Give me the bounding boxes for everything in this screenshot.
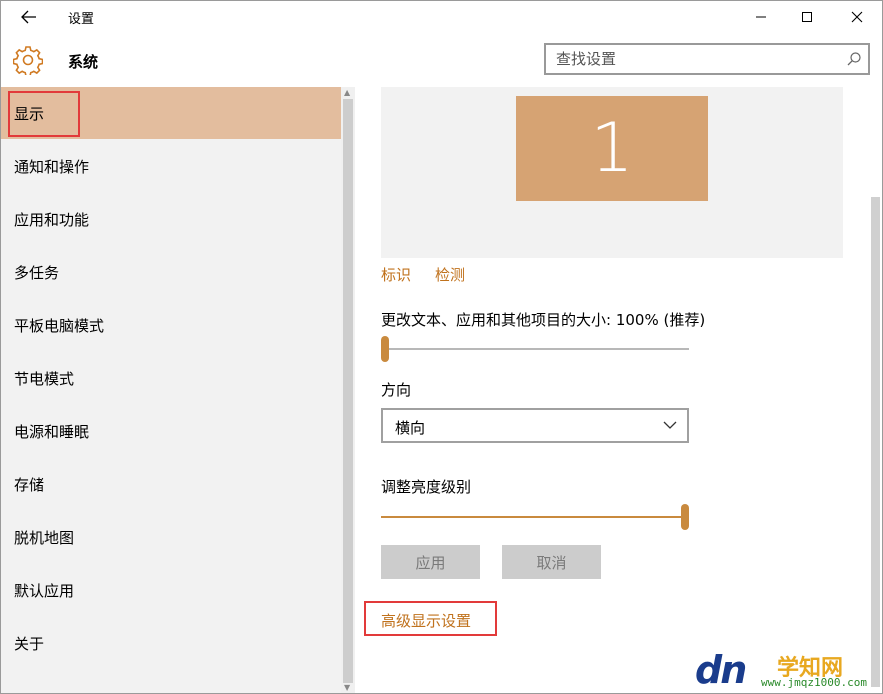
sidebar-item-default-apps[interactable]: 默认应用 xyxy=(1,564,341,616)
scroll-up-icon[interactable]: ▲ xyxy=(344,89,350,97)
settings-window: 设置 系统 显示 xyxy=(0,0,883,694)
scale-label: 更改文本、应用和其他项目的大小: 100% (推荐) xyxy=(381,311,706,329)
watermark-logo: dn 学知网 www.jmqz1000.com xyxy=(695,648,875,692)
brightness-slider[interactable] xyxy=(381,504,689,530)
sidebar-item-about[interactable]: 关于 xyxy=(1,617,341,669)
sidebar-scroll-thumb[interactable] xyxy=(343,99,353,683)
sidebar: 显示 通知和操作 应用和功能 多任务 平板电脑模式 节电模式 电源和睡眠 存储 … xyxy=(1,87,341,693)
section-title: 系统 xyxy=(68,53,99,71)
title-bar: 设置 xyxy=(1,1,882,33)
highlight-box-display xyxy=(8,91,80,137)
detect-link[interactable]: 检测 xyxy=(435,264,465,285)
monitor-arrangement: 1 xyxy=(381,87,843,258)
sidebar-item-label: 存储 xyxy=(14,475,45,494)
sidebar-item-label: 关于 xyxy=(14,634,45,653)
search-box[interactable] xyxy=(544,43,870,75)
back-button[interactable] xyxy=(11,1,47,33)
watermark-url: www.jmqz1000.com xyxy=(761,676,867,689)
sidebar-item-battery-saver[interactable]: 节电模式 xyxy=(1,352,341,404)
apply-button[interactable]: 应用 xyxy=(381,545,480,579)
watermark-dn: dn xyxy=(695,648,747,692)
sidebar-item-notifications[interactable]: 通知和操作 xyxy=(1,140,341,192)
monitor-number: 1 xyxy=(590,109,634,188)
sidebar-item-multitasking[interactable]: 多任务 xyxy=(1,246,341,298)
sidebar-item-label: 应用和功能 xyxy=(14,210,90,229)
back-arrow-icon xyxy=(21,10,36,24)
window-title: 设置 xyxy=(68,12,95,27)
orientation-value: 横向 xyxy=(395,419,426,437)
display-settings-panel: 1 标识 检测 更改文本、应用和其他项目的大小: 100% (推荐) 方向 横向… xyxy=(355,87,882,693)
identify-link[interactable]: 标识 xyxy=(381,264,411,285)
search-input[interactable] xyxy=(546,45,836,73)
monitor-tile[interactable]: 1 xyxy=(516,96,708,201)
scale-slider[interactable] xyxy=(381,336,689,362)
page-header: 系统 xyxy=(1,33,882,87)
sidebar-scrollbar[interactable]: ▲ ▼ xyxy=(341,87,355,693)
highlight-box-advanced xyxy=(364,601,497,636)
content-scroll-thumb[interactable] xyxy=(871,197,880,687)
sidebar-item-label: 电源和睡眠 xyxy=(14,422,90,441)
gear-icon xyxy=(13,46,43,75)
sidebar-item-tablet-mode[interactable]: 平板电脑模式 xyxy=(1,299,341,351)
search-icon[interactable] xyxy=(846,51,862,67)
sidebar-item-label: 脱机地图 xyxy=(14,528,75,547)
sidebar-item-label: 通知和操作 xyxy=(14,157,90,176)
brightness-label: 调整亮度级别 xyxy=(381,478,472,496)
sidebar-item-label: 平板电脑模式 xyxy=(14,316,105,335)
sidebar-item-storage[interactable]: 存储 xyxy=(1,458,341,510)
sidebar-item-power-sleep[interactable]: 电源和睡眠 xyxy=(1,405,341,457)
close-button[interactable] xyxy=(834,1,880,33)
sidebar-item-offline-maps[interactable]: 脱机地图 xyxy=(1,511,341,563)
sidebar-item-label: 节电模式 xyxy=(14,369,75,388)
close-icon xyxy=(851,11,863,23)
chevron-down-icon xyxy=(663,421,677,429)
sidebar-item-label: 默认应用 xyxy=(14,581,75,600)
slider-thumb[interactable] xyxy=(381,336,389,362)
minimize-button[interactable] xyxy=(738,1,784,33)
slider-thumb[interactable] xyxy=(681,504,689,530)
orientation-label: 方向 xyxy=(381,381,412,399)
maximize-button[interactable] xyxy=(784,1,830,33)
content-scrollbar[interactable] xyxy=(867,87,882,693)
orientation-dropdown[interactable]: 横向 xyxy=(381,408,689,443)
sidebar-item-label: 多任务 xyxy=(14,263,60,282)
slider-track xyxy=(381,348,689,350)
minimize-icon xyxy=(756,16,766,18)
cancel-button[interactable]: 取消 xyxy=(502,545,601,579)
maximize-icon xyxy=(802,12,812,22)
scroll-down-icon[interactable]: ▼ xyxy=(344,684,350,692)
slider-fill xyxy=(381,516,685,518)
sidebar-item-apps-features[interactable]: 应用和功能 xyxy=(1,193,341,245)
